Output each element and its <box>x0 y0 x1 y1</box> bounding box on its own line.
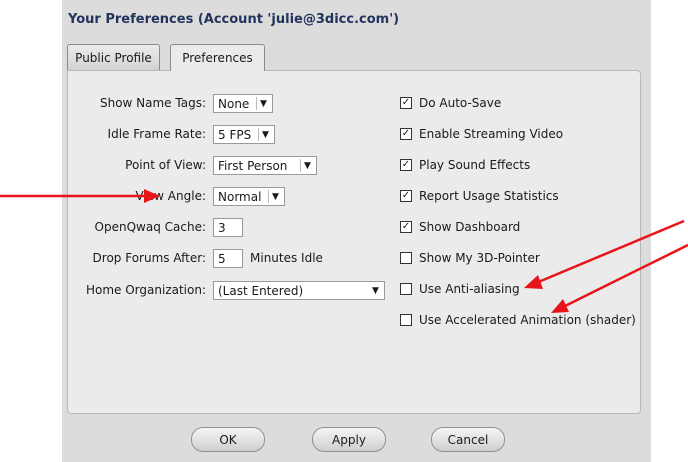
arrow-accelerated-animation <box>562 243 688 309</box>
tab-preferences[interactable]: Preferences <box>170 44 265 71</box>
arrowhead <box>524 275 543 289</box>
arrowhead <box>144 189 160 203</box>
tab-label: Preferences <box>182 51 253 65</box>
arrow-anti-aliasing <box>535 219 685 285</box>
annotation-arrows <box>0 189 688 313</box>
